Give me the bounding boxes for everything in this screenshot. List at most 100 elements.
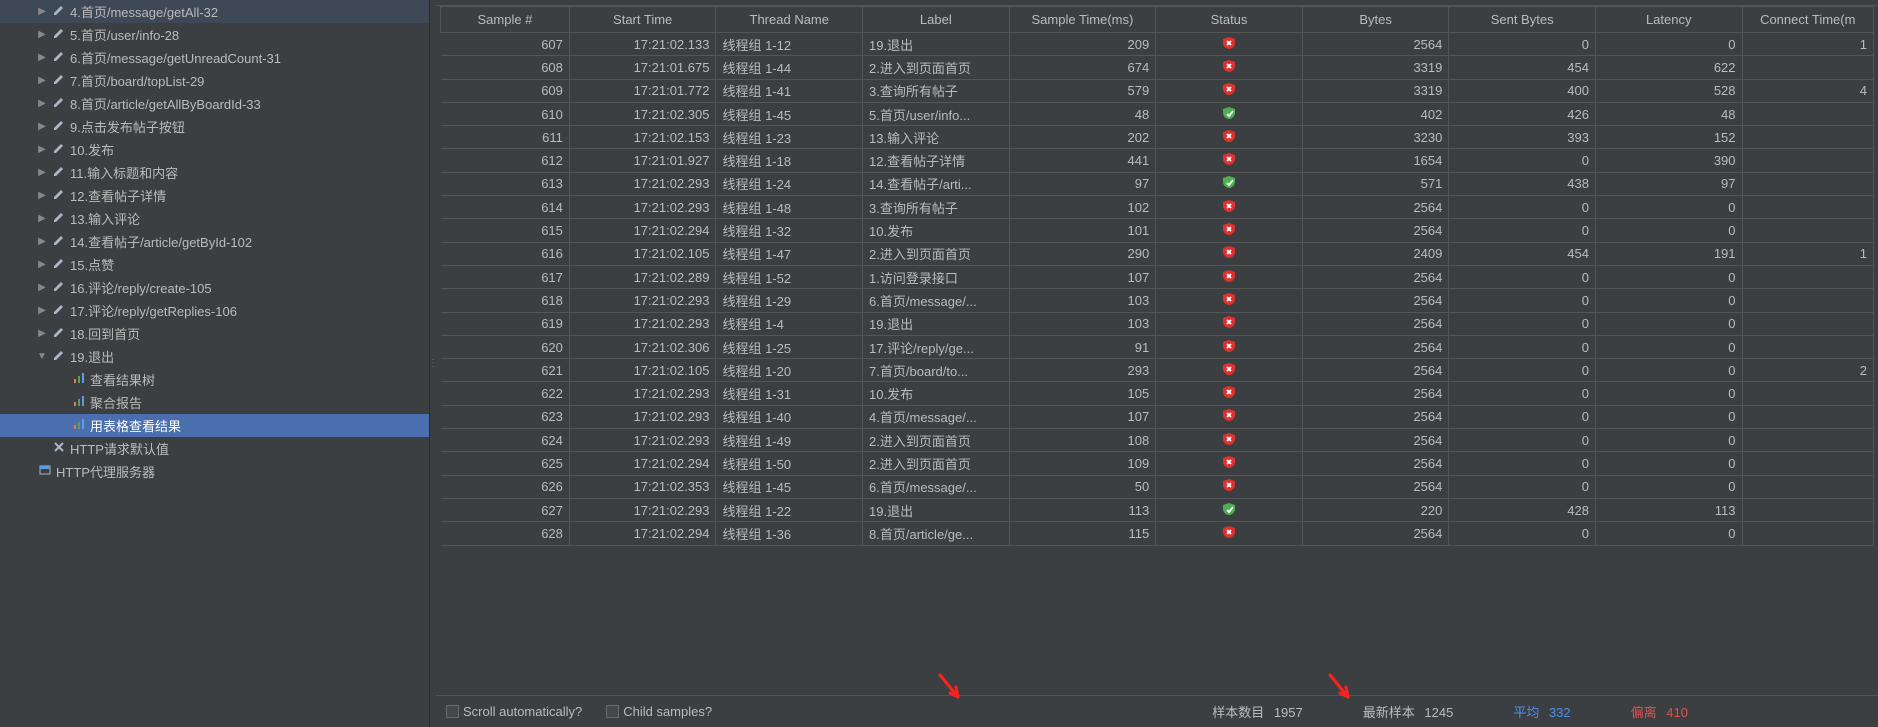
cell-bytes: 2564: [1302, 289, 1449, 312]
tree-arrow-icon[interactable]: ▶: [34, 6, 50, 17]
tree-arrow-icon[interactable]: ▶: [34, 305, 50, 316]
tree-item[interactable]: HTTP代理服务器: [0, 460, 429, 483]
table-row[interactable]: 62417:21:02.293线程组 1-492.进入到页面首页10825640…: [441, 429, 1874, 452]
status-fail-icon: [1222, 385, 1236, 399]
table-row[interactable]: 61317:21:02.293线程组 1-2414.查看帖子/arti...97…: [441, 172, 1874, 195]
cell-thread: 线程组 1-25: [716, 335, 863, 358]
table-row[interactable]: 61817:21:02.293线程组 1-296.首页/message/...1…: [441, 289, 1874, 312]
cell-sample-time: 113: [1009, 498, 1156, 521]
cell-thread: 线程组 1-18: [716, 149, 863, 172]
cell-start-time: 17:21:02.293: [569, 196, 716, 219]
tree-item-label: 用表格查看结果: [90, 416, 181, 435]
tree-item[interactable]: ▶6.首页/message/getUnreadCount-31: [0, 46, 429, 69]
table-row[interactable]: 61217:21:01.927线程组 1-1812.查看帖子详情44116540…: [441, 149, 1874, 172]
cell-label: 7.首页/board/to...: [863, 359, 1010, 382]
tree-item[interactable]: 聚合报告: [0, 391, 429, 414]
table-row[interactable]: 62217:21:02.293线程组 1-3110.发布105256400: [441, 382, 1874, 405]
tree-arrow-icon[interactable]: ▶: [34, 29, 50, 40]
table-row[interactable]: 61417:21:02.293线程组 1-483.查询所有帖子102256400: [441, 196, 1874, 219]
table-row[interactable]: 62117:21:02.105线程组 1-207.首页/board/to...2…: [441, 359, 1874, 382]
table-row[interactable]: 62617:21:02.353线程组 1-456.首页/message/...5…: [441, 475, 1874, 498]
cell-thread: 线程组 1-23: [716, 126, 863, 149]
table-row[interactable]: 62017:21:02.306线程组 1-2517.评论/reply/ge...…: [441, 335, 1874, 358]
tree-arrow-icon[interactable]: ▼: [34, 351, 50, 362]
tree-arrow-icon[interactable]: ▶: [34, 98, 50, 109]
tree-item[interactable]: ▶15.点赞: [0, 253, 429, 276]
table-row[interactable]: 61517:21:02.294线程组 1-3210.发布101256400: [441, 219, 1874, 242]
column-header[interactable]: Sample Time(ms): [1009, 7, 1156, 33]
tree-item[interactable]: ▶16.评论/reply/create-105: [0, 276, 429, 299]
tree-item[interactable]: ▶8.首页/article/getAllByBoardId-33: [0, 92, 429, 115]
tree-item-label: 18.回到首页: [70, 324, 140, 343]
table-row[interactable]: 61117:21:02.153线程组 1-2313.输入评论2023230393…: [441, 126, 1874, 149]
table-row[interactable]: 61917:21:02.293线程组 1-419.退出103256400: [441, 312, 1874, 335]
scroll-auto-checkbox[interactable]: Scroll automatically?: [446, 704, 582, 719]
tree-item[interactable]: HTTP请求默认值: [0, 437, 429, 460]
cell-label: 3.查询所有帖子: [863, 196, 1010, 219]
table-row[interactable]: 62717:21:02.293线程组 1-2219.退出113220428113: [441, 498, 1874, 521]
tree-item[interactable]: ▶13.输入评论: [0, 207, 429, 230]
table-row[interactable]: 60917:21:01.772线程组 1-413.查询所有帖子579331940…: [441, 79, 1874, 102]
column-header[interactable]: Connect Time(m: [1742, 7, 1873, 33]
tree-arrow-icon[interactable]: ▶: [34, 236, 50, 247]
tree-item[interactable]: ▶ 18.回到首页: [0, 322, 429, 345]
tree-arrow-icon[interactable]: ▶: [34, 190, 50, 201]
column-header[interactable]: Label: [863, 7, 1010, 33]
status-fail-icon: [1222, 269, 1236, 283]
tree-item[interactable]: ▶11.输入标题和内容: [0, 161, 429, 184]
tree-arrow-icon[interactable]: ▶: [34, 121, 50, 132]
tree-item[interactable]: ▶7.首页/board/topList-29: [0, 69, 429, 92]
pencil-icon: [50, 118, 68, 135]
table-row[interactable]: 62517:21:02.294线程组 1-502.进入到页面首页10925640…: [441, 452, 1874, 475]
column-header[interactable]: Sent Bytes: [1449, 7, 1596, 33]
column-header[interactable]: Thread Name: [716, 7, 863, 33]
tree-item[interactable]: ▼19.退出: [0, 345, 429, 368]
tree-item[interactable]: ▶5.首页/user/info-28: [0, 23, 429, 46]
cell-start-time: 17:21:02.294: [569, 522, 716, 545]
column-header[interactable]: Sample #: [441, 7, 570, 33]
table-row[interactable]: 61617:21:02.105线程组 1-472.进入到页面首页29024094…: [441, 242, 1874, 265]
tree-arrow-icon[interactable]: ▶: [34, 259, 50, 270]
table-row[interactable]: 61717:21:02.289线程组 1-521.访问登录接口107256400: [441, 265, 1874, 288]
tree-item[interactable]: ▶14.查看帖子/article/getById-102: [0, 230, 429, 253]
table-row[interactable]: 60717:21:02.133线程组 1-1219.退出2092564001: [441, 33, 1874, 56]
scroll-auto-input[interactable]: [446, 705, 459, 718]
cell-latency: 622: [1595, 56, 1742, 79]
tree-arrow-icon[interactable]: ▶: [34, 167, 50, 178]
tree-arrow-icon[interactable]: ▶: [34, 144, 50, 155]
cell-sent-bytes: 0: [1449, 265, 1596, 288]
tree-item[interactable]: 用表格查看结果: [0, 414, 429, 437]
cell-status: [1156, 475, 1303, 498]
table-row[interactable]: 61017:21:02.305线程组 1-455.首页/user/info...…: [441, 102, 1874, 125]
child-samples-input[interactable]: [606, 705, 619, 718]
tree-item[interactable]: ▶10.发布: [0, 138, 429, 161]
tree-item[interactable]: ▶9.点击发布帖子按钮: [0, 115, 429, 138]
cell-start-time: 17:21:02.105: [569, 242, 716, 265]
cell-latency: 113: [1595, 498, 1742, 521]
column-header[interactable]: Latency: [1595, 7, 1742, 33]
table-row[interactable]: 62317:21:02.293线程组 1-404.首页/message/...1…: [441, 405, 1874, 428]
table-row[interactable]: 60817:21:01.675线程组 1-442.进入到页面首页67433194…: [441, 56, 1874, 79]
column-header[interactable]: Start Time: [569, 7, 716, 33]
table-row[interactable]: 62817:21:02.294线程组 1-368.首页/article/ge..…: [441, 522, 1874, 545]
cell-sample-n: 622: [441, 382, 570, 405]
tree-arrow-icon[interactable]: ▶: [34, 75, 50, 86]
tree-item[interactable]: ▶4.首页/message/getAll-32: [0, 0, 429, 23]
tree-arrow-icon[interactable]: ▶: [34, 328, 50, 339]
tree-item[interactable]: ▶12.查看帖子详情: [0, 184, 429, 207]
tree-item[interactable]: 查看结果树: [0, 368, 429, 391]
cell-connect-time: [1742, 289, 1873, 312]
scroll-auto-label: Scroll automatically?: [463, 704, 582, 719]
cell-sample-time: 91: [1009, 335, 1156, 358]
cell-latency: 0: [1595, 219, 1742, 242]
tree-item[interactable]: ▶17.评论/reply/getReplies-106: [0, 299, 429, 322]
tree-arrow-icon[interactable]: ▶: [34, 213, 50, 224]
tree-arrow-icon[interactable]: ▶: [34, 282, 50, 293]
cell-thread: 线程组 1-20: [716, 359, 863, 382]
cell-sent-bytes: 0: [1449, 289, 1596, 312]
column-header[interactable]: Bytes: [1302, 7, 1449, 33]
cell-sent-bytes: 0: [1449, 149, 1596, 172]
column-header[interactable]: Status: [1156, 7, 1303, 33]
child-samples-checkbox[interactable]: Child samples?: [606, 704, 712, 719]
tree-arrow-icon[interactable]: ▶: [34, 52, 50, 63]
